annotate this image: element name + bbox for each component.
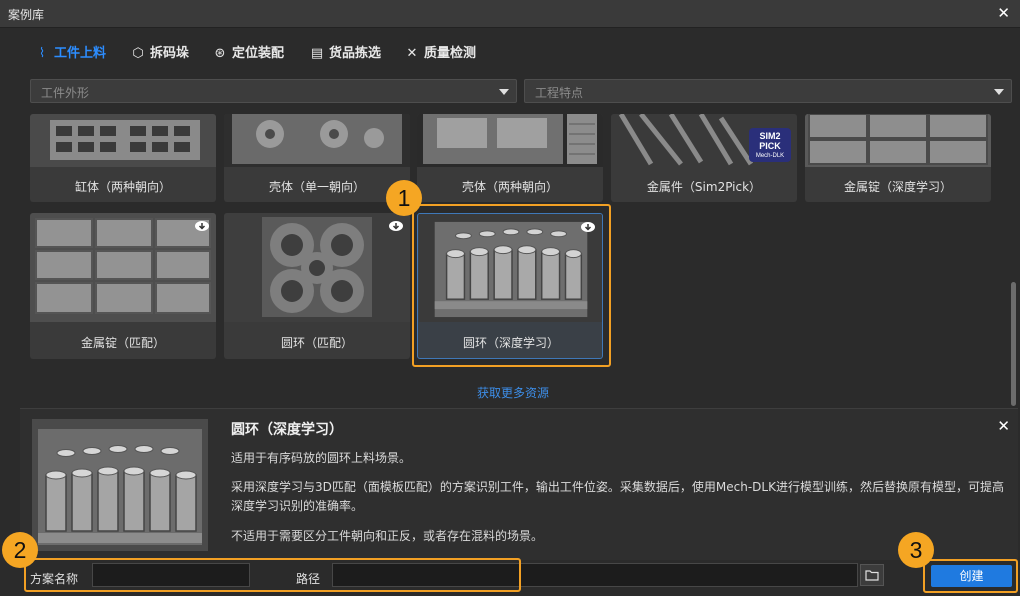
case-label: 金属件（Sim2Pick） [646, 180, 762, 194]
case-thumbnail [30, 213, 216, 322]
case-card[interactable]: 金属锭（匹配） [30, 213, 216, 359]
detail-title: 圆环（深度学习） [231, 422, 343, 438]
tab-label: 工件上料 [54, 46, 107, 61]
case-thumbnail [805, 114, 991, 167]
chevron-down-icon [994, 89, 1004, 95]
project-name-label: 方案名称 [30, 572, 79, 586]
window-close-icon[interactable]: ✕ [997, 4, 1010, 22]
feature-filter-placeholder: 工程特点 [535, 86, 584, 100]
download-icon[interactable] [580, 220, 596, 234]
case-label: 金属锭（深度学习） [843, 180, 952, 194]
folder-browse-button[interactable] [860, 564, 884, 586]
shape-filter-placeholder: 工件外形 [41, 86, 90, 100]
download-icon[interactable] [194, 219, 210, 233]
tools-icon: ✕ [406, 46, 418, 61]
sim2pick-badge-line: PICK [759, 141, 781, 151]
sim2pick-badge-line: Mech-DLK [755, 153, 785, 159]
grid-scrollbar[interactable] [1011, 282, 1016, 406]
sim2pick-badge-line: SIM2 [759, 131, 781, 141]
project-name-input[interactable] [92, 563, 250, 587]
case-label: 壳体（单一朝向） [268, 180, 365, 194]
detail-thumbnail [32, 419, 208, 551]
case-card[interactable]: 壳体（两种朝向） [417, 114, 603, 202]
tab-label: 定位装配 [232, 46, 285, 61]
tab-picking[interactable]: ▤ 货品拣选 [309, 42, 381, 61]
case-thumbnail [417, 114, 603, 167]
window-titlebar: 案例库 ✕ [0, 0, 1020, 28]
more-resources-link[interactable]: 获取更多资源 [477, 384, 549, 401]
case-card[interactable]: SIM2 PICK Mech-DLK 金属件（Sim2Pick） [611, 114, 797, 202]
target-icon: ⊛ [214, 46, 226, 61]
create-footer: 方案名称 路径 创建 [0, 560, 1020, 596]
detail-close-icon[interactable]: ✕ [997, 417, 1010, 435]
case-detail-panel: 圆环（深度学习） 适用于有序码放的圆环上料场景。 采用深度学习与3D匹配（面模板… [20, 408, 1018, 560]
tab-label: 货品拣选 [329, 46, 382, 61]
sim2pick-badge: SIM2 PICK Mech-DLK [749, 128, 791, 162]
case-thumbnail [30, 114, 216, 167]
tab-depalletizing[interactable]: ⬡ 拆码垛 [130, 42, 189, 61]
tab-label: 质量检测 [424, 46, 477, 61]
case-card[interactable]: 金属锭（深度学习） [805, 114, 991, 202]
detail-description: 适用于有序码放的圆环上料场景。 [231, 451, 412, 465]
case-card[interactable]: 缸体（两种朝向） [30, 114, 216, 202]
box-icon: ▤ [310, 46, 324, 61]
case-label: 金属锭（匹配） [80, 336, 165, 350]
window-title: 案例库 [8, 8, 45, 22]
tab-assembly[interactable]: ⊛ 定位装配 [212, 42, 284, 61]
detail-description: 不适用于需要区分工件朝向和正反，或者存在混料的场景。 [231, 529, 544, 543]
callout-badge-2: 2 [2, 532, 38, 568]
case-thumbnail [224, 213, 410, 322]
case-card[interactable]: 圆环（匹配） [224, 213, 410, 359]
case-label: 圆环（深度学习） [462, 336, 559, 350]
callout-badge-3: 3 [898, 532, 934, 568]
create-button[interactable]: 创建 [931, 565, 1012, 587]
chevron-down-icon [499, 89, 509, 95]
download-icon[interactable] [388, 219, 404, 233]
feeding-icon: ⌇ [38, 46, 46, 61]
path-input[interactable] [332, 563, 858, 587]
cube-icon: ⬡ [132, 46, 144, 61]
case-grid: 缸体（两种朝向） 壳体（单一朝向） 壳体（两种朝向） SIM2 PICK Mec… [20, 114, 1018, 406]
tab-inspection[interactable]: ✕ 质量检测 [404, 42, 476, 61]
path-label: 路径 [296, 572, 321, 586]
case-card-selected[interactable]: 圆环（深度学习） [417, 213, 603, 359]
callout-badge-1: 1 [386, 180, 422, 216]
case-label: 缸体（两种朝向） [74, 180, 171, 194]
case-thumbnail [224, 114, 410, 167]
folder-icon [865, 570, 879, 581]
detail-description: 采用深度学习与3D匹配（面模板匹配）的方案识别工件，输出工件位姿。采集数据后，使… [231, 480, 1004, 513]
case-card[interactable]: 壳体（单一朝向） [224, 114, 410, 202]
tab-label: 拆码垛 [150, 46, 190, 61]
shape-filter-select[interactable]: 工件外形 [30, 79, 517, 103]
case-thumbnail [418, 214, 602, 322]
case-label: 壳体（两种朝向） [461, 180, 558, 194]
feature-filter-select[interactable]: 工程特点 [524, 79, 1012, 103]
case-label: 圆环（匹配） [280, 336, 353, 350]
tab-feeding[interactable]: ⌇ 工件上料 [34, 42, 106, 61]
category-tabs: ⌇ 工件上料 ⬡ 拆码垛 ⊛ 定位装配 ▤ 货品拣选 ✕ 质量检测 [0, 28, 1020, 72]
